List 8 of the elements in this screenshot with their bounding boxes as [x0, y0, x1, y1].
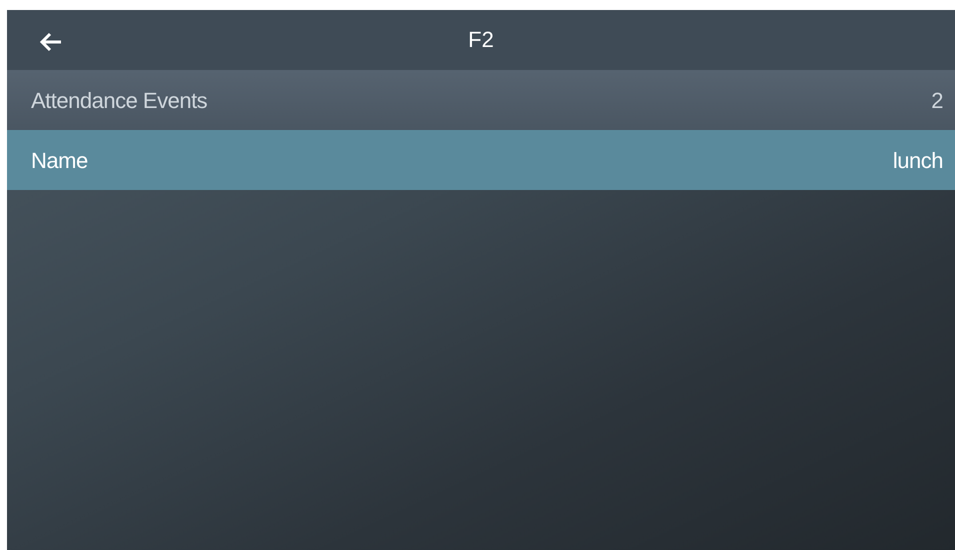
back-icon[interactable] [39, 30, 63, 50]
row-label: Name [31, 146, 88, 174]
menu-row[interactable]: Attendance Events 2 [7, 70, 955, 130]
row-value: lunch [892, 146, 943, 174]
row-label: Attendance Events [31, 86, 208, 114]
row-value: 2 [931, 86, 943, 114]
menu-row[interactable]: Name lunch [7, 130, 955, 190]
screen-title: F2 [468, 26, 494, 54]
